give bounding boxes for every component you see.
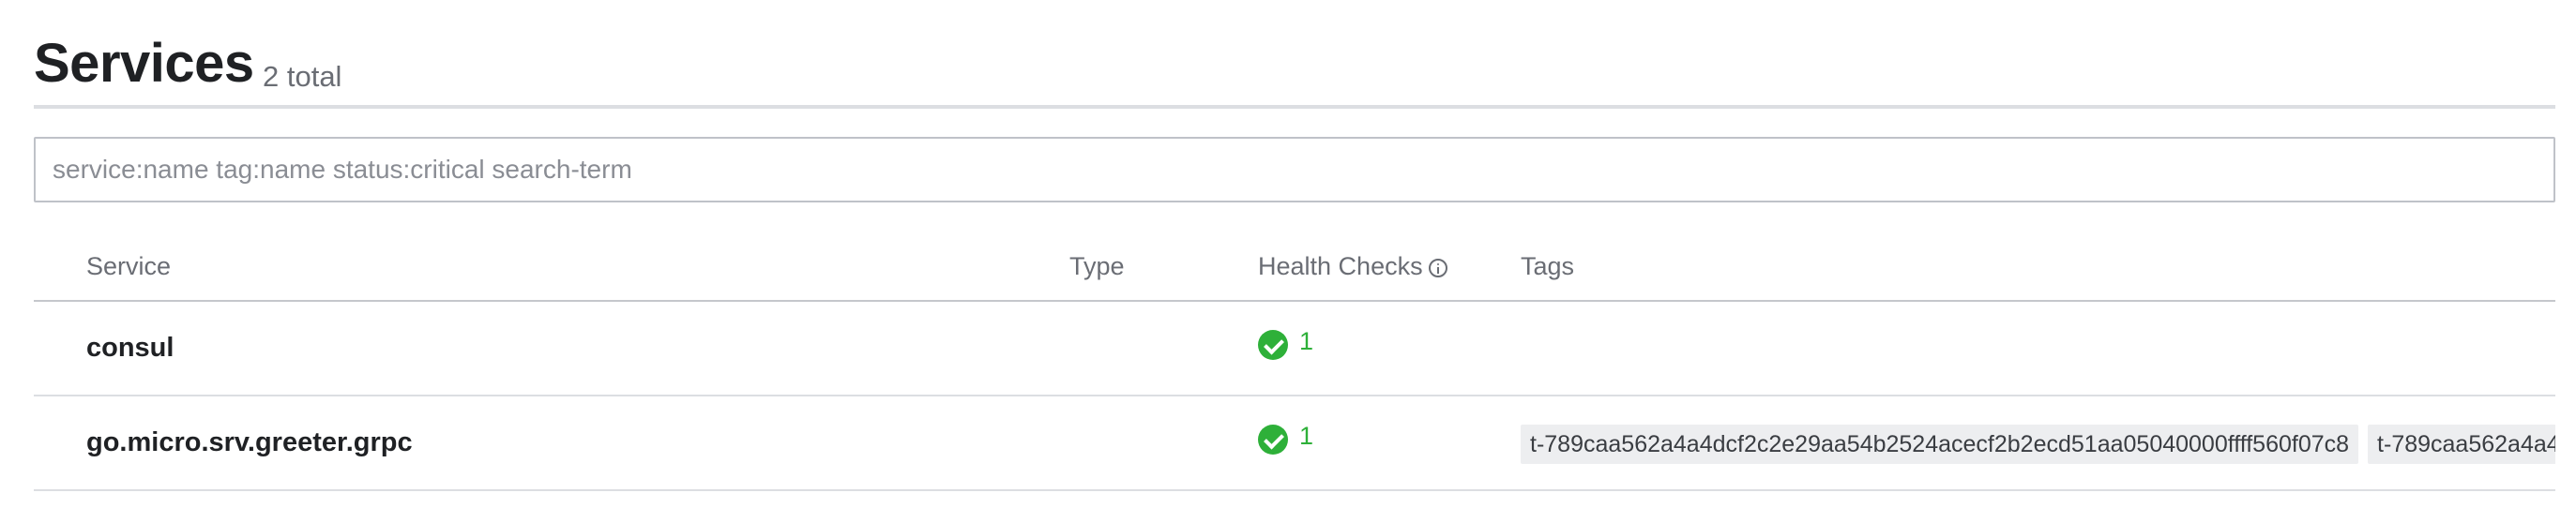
service-count: 2 total [263,60,342,93]
column-header-tags: Tags [1521,252,1575,280]
column-header-health-checks: Health Checks [1258,249,1447,283]
column-header-type: Type [1069,252,1125,280]
table-row[interactable]: consul 1 [34,302,2555,396]
tags-cell: t-789caa562a4a4dcf2c2e29aa54b2524acecf2b… [1521,425,2555,464]
service-name-link[interactable]: consul [86,330,174,366]
page-title: Services [34,33,254,94]
service-name-link[interactable]: go.micro.srv.greeter.grpc [86,425,413,460]
column-header-health-label: Health Checks [1258,252,1423,280]
health-checks-cell: 1 [1258,327,1314,362]
check-circle-icon [1258,330,1288,360]
services-table: Service Type Health Checks Tags consul 1… [34,234,2555,491]
page-header: Services 2 total [34,26,2555,109]
health-check-count: 1 [1299,327,1314,355]
tags-cell [1521,330,2555,369]
tag-badge: t-789caa562a4a4dcf2c2e29aa54b2524acecf2b… [2368,425,2555,464]
health-check-count: 1 [1299,422,1314,450]
health-checks-cell: 1 [1258,422,1314,456]
table-header: Service Type Health Checks Tags [34,234,2555,302]
info-icon[interactable] [1428,259,1447,277]
services-page: Services 2 total Service Type Health Che… [0,0,2576,523]
tag-badge: t-789caa562a4a4dcf2c2e29aa54b2524acecf2b… [1521,425,2359,464]
table-row[interactable]: go.micro.srv.greeter.grpc 1 t-789caa562a… [34,396,2555,491]
column-header-service: Service [86,252,172,280]
search-input[interactable] [34,137,2555,202]
check-circle-icon [1258,425,1288,455]
